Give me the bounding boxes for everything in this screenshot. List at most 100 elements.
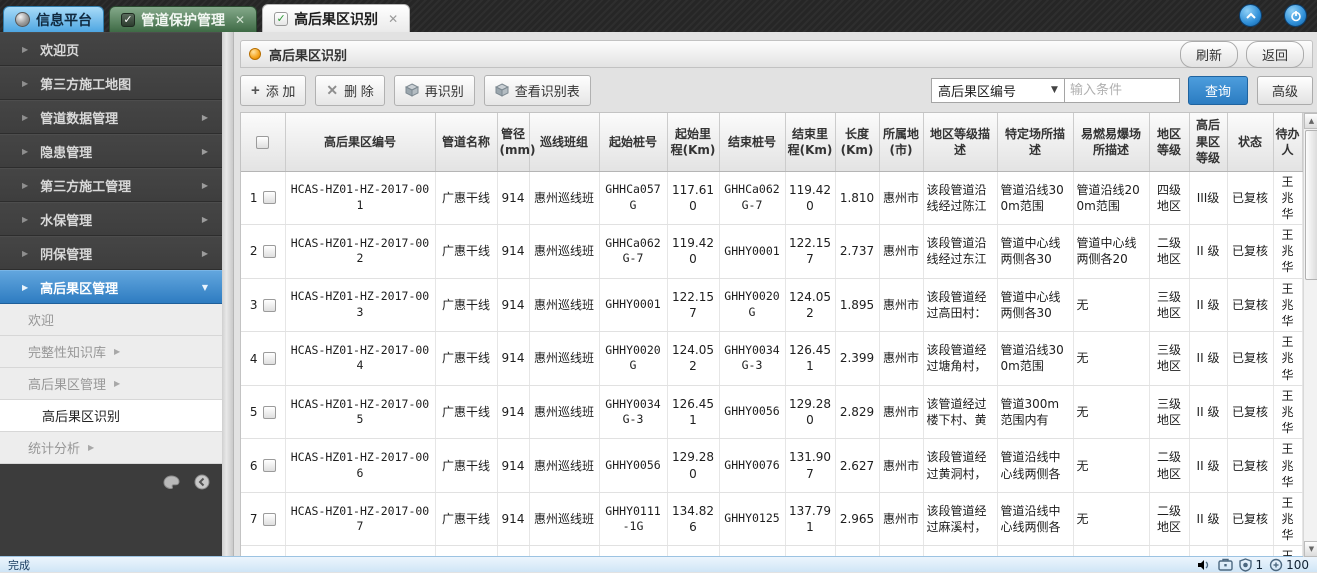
close-icon[interactable]: ✕ [388,13,398,25]
scrollbar-thumb[interactable] [1305,130,1317,280]
column-header[interactable]: 地区等级描述 [923,113,997,171]
table-row[interactable]: 7HCAS-HZ01-HZ-2017-007广惠干线914惠州巡线班GHHY01… [241,492,1302,546]
column-header[interactable]: 高后果区编号 [285,113,435,171]
close-icon[interactable]: ✕ [235,14,245,26]
sidebar-item[interactable]: ▶管道数据管理▶ [0,100,222,134]
table-cell: 129.280 [785,385,835,439]
column-header[interactable]: 特定场所描述 [997,113,1073,171]
table-cell: GHHY0111-1G [599,492,667,546]
table-row[interactable]: 4HCAS-HZ01-HZ-2017-004广惠干线914惠州巡线班GHHY00… [241,332,1302,386]
speaker-icon[interactable] [1197,559,1212,571]
table-row[interactable]: 5HCAS-HZ01-HZ-2017-005广惠干线914惠州巡线班GHHY00… [241,385,1302,439]
scroll-up-arrow-icon[interactable]: ▲ [1304,113,1317,129]
refresh-button[interactable]: 刷新 [1180,41,1238,68]
column-header[interactable]: 状态 [1227,113,1273,171]
table-cell: 惠州巡线班 [529,225,599,279]
column-header[interactable]: 待办人 [1273,113,1302,171]
table-cell: III级 [1189,171,1227,225]
add-button[interactable]: + 添 加 [240,75,306,106]
table-cell: GHHY0001 [599,278,667,332]
column-header[interactable]: 管径(mm) [497,113,529,171]
table-cell: 惠州市 [879,225,923,279]
sidebar-item[interactable]: ▶阴保管理▶ [0,236,222,270]
sidebar-item[interactable]: ▶水保管理▶ [0,202,222,236]
column-header[interactable]: 起始里程(Km) [667,113,719,171]
row-checkbox[interactable] [263,352,276,365]
row-checkbox[interactable] [263,459,276,472]
delete-button[interactable]: ✕ 删 除 [315,75,384,106]
table-row[interactable]: 2HCAS-HZ01-HZ-2017-002广惠干线914惠州巡线班GHHCa0… [241,225,1302,279]
sidebar-item[interactable]: ▶第三方施工管理▶ [0,168,222,202]
row-checkbox[interactable] [263,191,276,204]
column-header[interactable]: 管道名称 [435,113,497,171]
table-cell: 2.737 [835,225,879,279]
search-zone: 高后果区编号 ▼ 查询 高级 [931,76,1313,105]
tab-hca-identification[interactable]: ✓ 高后果区识别 ✕ [262,4,410,32]
table-cell: 王兆华 [1273,332,1302,386]
power-button[interactable] [1284,4,1307,27]
row-select-cell: 6 [241,439,285,493]
sidebar-splitter[interactable] [222,32,234,556]
table-cell: 惠州巡线班 [529,492,599,546]
column-header[interactable]: 高后果区等级 [1189,113,1227,171]
protected-mode-indicator[interactable]: 1 [1239,558,1263,572]
zoom-level-indicator[interactable]: 100 [1269,558,1309,572]
sidebar-submenu-item[interactable]: 欢迎 [0,304,222,336]
condition-input[interactable] [1065,78,1180,103]
row-checkbox[interactable] [263,299,276,312]
sidebar-submenu-item[interactable]: 统计分析▶ [0,432,222,464]
table-cell: 三级地区 [1149,385,1189,439]
table-cell: 二级地区 [1149,492,1189,546]
table-cell: GHHY0020G [599,332,667,386]
table-cell: 惠州市 [879,492,923,546]
selected-field-label: 高后果区编号 [938,81,1016,100]
advanced-button[interactable]: 高级 [1257,76,1313,105]
row-checkbox[interactable] [263,245,276,258]
column-header[interactable]: 结束桩号 [719,113,785,171]
bullet-arrow-icon: ▶ [22,215,28,224]
column-header[interactable]: 所属地(市) [879,113,923,171]
table-cell: 914 [497,171,529,225]
table-cell: 管道沿线中心线两侧各 [997,439,1073,493]
table-cell: 惠州市 [879,385,923,439]
table-row[interactable]: 1HCAS-HZ01-HZ-2017-001广惠干线914惠州巡线班GHHCa0… [241,171,1302,225]
column-header[interactable]: 结束里程(Km) [785,113,835,171]
table-cell: GHHY0076 [719,439,785,493]
column-header[interactable]: 地区等级 [1149,113,1189,171]
table-row[interactable]: 6HCAS-HZ01-HZ-2017-006广惠干线914惠州巡线班GHHY00… [241,439,1302,493]
scroll-down-arrow-icon[interactable]: ▼ [1304,541,1317,557]
column-header[interactable]: 巡线班组 [529,113,599,171]
sidebar-submenu-item[interactable]: 高后果区识别 [0,400,222,432]
briefcase-icon[interactable] [1218,558,1233,571]
power-icon [1290,10,1302,22]
table-cell: 126.451 [785,332,835,386]
collapse-sidebar-icon[interactable] [194,474,210,490]
select-all-checkbox[interactable] [256,136,269,149]
collapse-up-button[interactable] [1239,4,1262,27]
table-row[interactable]: 3HCAS-HZ01-HZ-2017-003广惠干线914惠州巡线班GHHY00… [241,278,1302,332]
table-cell: 王兆华 [1273,225,1302,279]
row-checkbox[interactable] [263,406,276,419]
column-header[interactable]: 易燃易爆场所描述 [1073,113,1149,171]
back-button[interactable]: 返回 [1246,41,1304,68]
reidentify-button[interactable]: 再识别 [394,75,475,106]
sidebar-item[interactable]: ▶欢迎页 [0,32,222,66]
bullet-arrow-icon: ▶ [22,113,28,122]
tab-info-platform[interactable]: 信息平台 [3,6,104,32]
sidebar-item[interactable]: ▶隐患管理▶ [0,134,222,168]
tab-pipeline-protection[interactable]: ✓ 管道保护管理 ✕ [109,6,257,32]
sidebar-item[interactable]: ▶高后果区管理▼ [0,270,222,304]
row-checkbox[interactable] [263,513,276,526]
column-header[interactable]: 起始桩号 [599,113,667,171]
column-header[interactable]: 长度(Km) [835,113,879,171]
sidebar-submenu-item[interactable]: 高后果区管理▶ [0,368,222,400]
theme-palette-icon[interactable] [163,475,180,490]
table-container: 高后果区编号管道名称管径(mm)巡线班组起始桩号起始里程(Km)结束桩号结束里程… [240,112,1317,558]
vertical-scrollbar[interactable]: ▲ ▼ [1303,113,1317,557]
search-field-select[interactable]: 高后果区编号 ▼ [931,78,1065,103]
query-button[interactable]: 查询 [1188,76,1248,105]
sidebar-submenu-item[interactable]: 完整性知识库▶ [0,336,222,368]
view-identification-table-button[interactable]: 查看识别表 [484,75,591,106]
sidebar-item[interactable]: ▶第三方施工地图 [0,66,222,100]
table-cell: 四级地区 [1149,171,1189,225]
